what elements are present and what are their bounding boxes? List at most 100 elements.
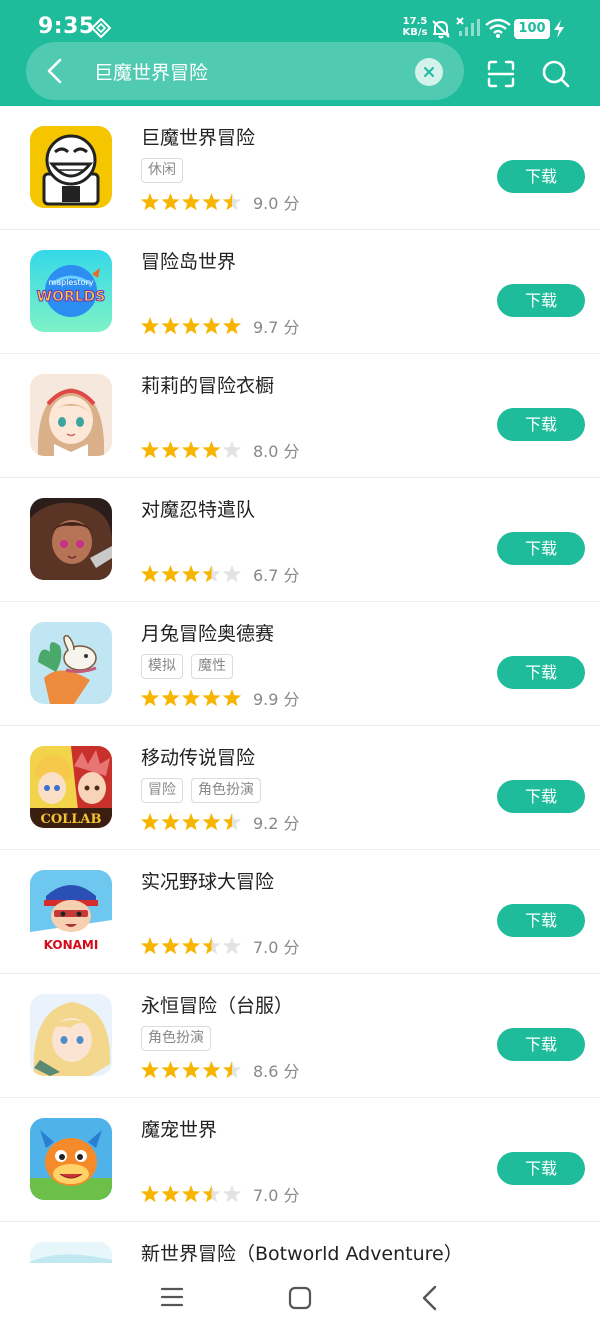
back-arrow-icon[interactable] bbox=[42, 58, 68, 84]
star-icon bbox=[202, 1061, 221, 1079]
app-row-2[interactable]: 莉莉的冒险衣橱 8.0 分 下载 bbox=[0, 354, 600, 478]
star-icon bbox=[181, 441, 201, 459]
star-icon bbox=[181, 1185, 201, 1203]
app-row-1[interactable]: maplestory WORLDS 冒险岛世界 9.7 分 下载 bbox=[0, 230, 600, 354]
download-button[interactable]: 下载 bbox=[497, 408, 585, 441]
app-icon-blonde-hero[interactable] bbox=[30, 994, 112, 1076]
star-rating-icon bbox=[140, 1185, 242, 1203]
star-icon bbox=[202, 1185, 221, 1203]
star-icon bbox=[181, 937, 201, 955]
tag-list: 休闲 bbox=[141, 158, 183, 183]
app-icon-troll-face[interactable] bbox=[30, 126, 112, 208]
star-rating-icon bbox=[140, 937, 242, 955]
category-tag[interactable]: 魔性 bbox=[191, 654, 233, 679]
rating-score: 9.9 分 bbox=[253, 690, 300, 709]
tag-list: 模拟 魔性 bbox=[141, 654, 233, 679]
app-title[interactable]: 永恒冒险（台服） bbox=[141, 991, 293, 1018]
app-icon-baseball-boy[interactable]: KONAMI bbox=[30, 870, 112, 952]
star-icon bbox=[140, 689, 160, 707]
app-icon-botworld[interactable] bbox=[30, 1242, 112, 1263]
download-button[interactable]: 下载 bbox=[497, 160, 585, 193]
rating: 9.9 分 bbox=[140, 687, 300, 709]
star-icon bbox=[202, 441, 221, 459]
app-icon-collab-heroes[interactable]: COLLAB bbox=[30, 746, 112, 828]
rating: 9.2 分 bbox=[140, 811, 300, 833]
category-tag[interactable]: 角色扮演 bbox=[141, 1026, 211, 1051]
app-title[interactable]: 移动传说冒险 bbox=[141, 743, 255, 770]
rating-score: 7.0 分 bbox=[253, 938, 300, 957]
category-tag[interactable]: 模拟 bbox=[141, 654, 183, 679]
star-icon bbox=[222, 565, 242, 583]
star-icon bbox=[202, 689, 221, 707]
app-row-5[interactable]: COLLAB 移动传说冒险 冒险 角色扮演 9.2 分 下载 bbox=[0, 726, 600, 850]
app-icon-moon-rabbit[interactable] bbox=[30, 622, 112, 704]
app-title[interactable]: 巨魔世界冒险 bbox=[141, 123, 255, 150]
app-title[interactable]: 实况野球大冒险 bbox=[141, 867, 274, 894]
app-title[interactable]: 冒险岛世界 bbox=[141, 247, 236, 274]
icon-text-konami: KONAMI bbox=[44, 938, 99, 952]
header: 9:35 17.5 KB/s 100 bbox=[0, 0, 600, 106]
star-icon bbox=[181, 317, 201, 335]
star-icon bbox=[222, 1185, 242, 1203]
clear-search-icon[interactable] bbox=[415, 58, 443, 86]
app-title[interactable]: 魔宠世界 bbox=[141, 1115, 217, 1142]
star-icon bbox=[181, 565, 201, 583]
rating-score: 6.7 分 bbox=[253, 566, 300, 585]
star-rating-icon bbox=[140, 317, 242, 335]
tag-list: 冒险 角色扮演 bbox=[141, 778, 261, 803]
star-icon bbox=[161, 1061, 180, 1079]
recent-apps-icon[interactable] bbox=[160, 1285, 184, 1309]
download-button[interactable]: 下载 bbox=[497, 904, 585, 937]
app-icon-maplestory-worlds[interactable]: maplestory WORLDS bbox=[30, 250, 112, 332]
status-bar: 9:35 17.5 KB/s 100 bbox=[0, 0, 600, 40]
app-icon-orange-dragon[interactable] bbox=[30, 1118, 112, 1200]
star-icon bbox=[161, 317, 180, 335]
search-input[interactable] bbox=[94, 56, 404, 86]
star-icon bbox=[161, 689, 180, 707]
star-icon bbox=[140, 1061, 160, 1079]
star-icon bbox=[161, 565, 180, 583]
star-rating-icon bbox=[140, 193, 242, 211]
download-button[interactable]: 下载 bbox=[497, 1152, 585, 1185]
category-tag[interactable]: 休闲 bbox=[141, 158, 183, 183]
download-button[interactable]: 下载 bbox=[497, 780, 585, 813]
star-icon bbox=[222, 441, 242, 459]
search-icon[interactable] bbox=[541, 59, 571, 89]
network-speed-value: 17.5 bbox=[402, 16, 428, 27]
app-title[interactable]: 新世界冒险（Botworld Adventure） bbox=[141, 1239, 463, 1263]
download-button[interactable]: 下载 bbox=[497, 532, 585, 565]
download-button[interactable]: 下载 bbox=[497, 1028, 585, 1061]
app-row-0[interactable]: 巨魔世界冒险 休闲 9.0 分 下载 bbox=[0, 106, 600, 230]
app-icon-ninja-girl[interactable] bbox=[30, 498, 112, 580]
icon-text-collab: COLLAB bbox=[40, 812, 101, 827]
app-icon-lily-girl[interactable] bbox=[30, 374, 112, 456]
star-icon bbox=[140, 1185, 160, 1203]
rating-score: 8.0 分 bbox=[253, 442, 300, 461]
icon-text-maplestory: maplestory bbox=[48, 278, 93, 287]
app-row-6[interactable]: KONAMI 实况野球大冒险 7.0 分 下载 bbox=[0, 850, 600, 974]
star-icon bbox=[181, 689, 201, 707]
download-button[interactable]: 下载 bbox=[497, 284, 585, 317]
star-icon bbox=[202, 937, 221, 955]
app-row-7[interactable]: 永恒冒险（台服） 角色扮演 8.6 分 下载 bbox=[0, 974, 600, 1098]
star-icon bbox=[161, 193, 180, 211]
download-button[interactable]: 下载 bbox=[497, 656, 585, 689]
home-icon[interactable] bbox=[288, 1286, 312, 1310]
app-row-8[interactable]: 魔宠世界 7.0 分 下载 bbox=[0, 1098, 600, 1222]
star-icon bbox=[140, 813, 160, 831]
category-tag[interactable]: 角色扮演 bbox=[191, 778, 261, 803]
star-rating-icon bbox=[140, 565, 242, 583]
app-title[interactable]: 月兔冒险奥德赛 bbox=[141, 619, 274, 646]
rating: 7.0 分 bbox=[140, 935, 300, 957]
back-icon[interactable] bbox=[418, 1285, 442, 1311]
status-time: 9:35 bbox=[38, 14, 95, 39]
star-icon bbox=[202, 317, 221, 335]
app-row-4[interactable]: 月兔冒险奥德赛 模拟 魔性 9.9 分 下载 bbox=[0, 602, 600, 726]
scan-icon[interactable] bbox=[486, 59, 516, 89]
app-title[interactable]: 莉莉的冒险衣橱 bbox=[141, 371, 274, 398]
app-row-3[interactable]: 对魔忍特遣队 6.7 分 下载 bbox=[0, 478, 600, 602]
rating-score: 9.2 分 bbox=[253, 814, 300, 833]
app-row-9[interactable]: 新世界冒险（Botworld Adventure） bbox=[0, 1222, 600, 1263]
app-title[interactable]: 对魔忍特遣队 bbox=[141, 495, 255, 522]
category-tag[interactable]: 冒险 bbox=[141, 778, 183, 803]
